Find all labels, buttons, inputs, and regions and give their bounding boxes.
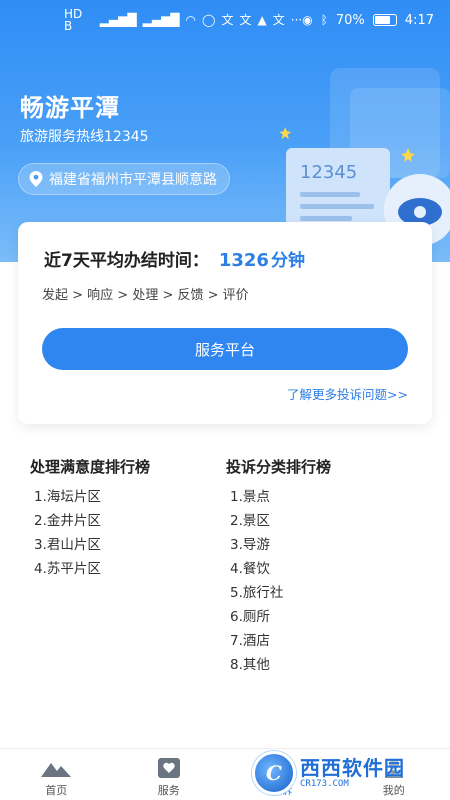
satisfaction-ranking-title: 处理满意度排行榜 [30,458,151,476]
heart-shield-icon [157,757,181,779]
bottom-tabbar: 首页 服务 投诉 我的 [0,748,450,800]
avg-time-line: 近7天平均办结时间： 1326 分钟 [44,246,305,271]
process-flow: 发起 > 响应 > 处理 > 反馈 > 评价 [42,288,249,303]
wifi-icon: ◠ [185,13,197,27]
category-list: 1.景点 2.景区 3.导游 4.餐饮 5.旅行社 6.厕所 7.酒店 8.其他 [226,485,331,677]
satisfaction-list: 1.海坛片区 2.金井片区 3.君山片区 4.苏平片区 [30,485,150,581]
service-platform-button[interactable]: 服务平台 [42,328,408,370]
more-complaints-link[interactable]: 了解更多投诉问题>> [287,384,408,403]
complaint-icon [269,757,293,779]
tab-complaint-label: 投诉 [270,784,293,797]
battery-icon [372,14,397,26]
tab-service[interactable]: 服务 [113,749,226,800]
hd-tag: HD B [64,7,83,33]
tab-profile[interactable]: 我的 [338,749,450,800]
list-item[interactable]: 4.苏平片区 [34,557,150,581]
category-ranking: 投诉分类排行榜 1.景点 2.景区 3.导游 4.餐饮 5.旅行社 6.厕所 7… [226,456,331,677]
app-notification-icon: 文 [239,13,252,27]
status-bar: HD B ▂▄▆█ ▂▄▆█ ◠ ◯ 文 文 ▲ 文 ··· ◉ ᛒ 70% 4… [0,0,450,40]
avg-time-unit: 分钟 [270,251,305,271]
satisfaction-ranking: 处理满意度排行榜 1.海坛片区 2.金井片区 3.君山片区 4.苏平片区 [30,456,150,581]
list-item[interactable]: 1.海坛片区 [34,485,150,509]
list-item[interactable]: 2.金井片区 [34,509,150,533]
tab-home-label: 首页 [45,784,68,797]
status-right: ◉ ᛒ 70% 4:17 [302,13,434,28]
deco-number: 12345 [300,162,357,183]
list-item[interactable]: 6.厕所 [230,605,331,629]
list-item[interactable]: 3.导游 [230,533,331,557]
location-pin-icon [29,171,43,187]
app-notification-icon: 文 [221,13,234,27]
avg-time-label: 近7天平均办结时间： [44,251,209,271]
page-title: 畅游平潭 [20,94,120,122]
address-text: 福建省福州市平潭县顺意路 [49,172,217,188]
list-item[interactable]: 1.景点 [230,485,331,509]
app-notification-icon: ▲ [257,13,267,27]
tab-home[interactable]: 首页 [0,749,113,800]
summary-card: 近7天平均办结时间： 1326 分钟 发起 > 响应 > 处理 > 反馈 > 评… [18,222,432,424]
location-chip[interactable]: 福建省福州市平潭县顺意路 [18,163,230,195]
more-notifications-icon: ··· [290,13,303,27]
clock: 4:17 [404,12,434,28]
list-item[interactable]: 8.其他 [230,653,331,677]
list-item[interactable]: 5.旅行社 [230,581,331,605]
app-notification-icon: 文 [272,13,285,27]
status-left: HD B ▂▄▆█ ▂▄▆█ ◠ ◯ 文 文 ▲ 文 ··· [64,8,302,32]
list-item[interactable]: 4.餐饮 [230,557,331,581]
signal-icon: ▂▄▆█ [99,13,137,27]
hotline-subtitle: 旅游服务热线12345 [20,129,149,145]
battery-percent: 70% [335,12,365,28]
list-item[interactable]: 3.君山片区 [34,533,150,557]
mountain-icon [41,757,72,779]
tab-service-label: 服务 [157,784,180,797]
message-icon: ◯ [202,13,216,27]
tab-profile-label: 我的 [382,784,405,797]
list-item[interactable]: 2.景区 [230,509,331,533]
avg-time-value: 1326 [218,250,269,271]
signal-icon-2: ▂▄▆█ [142,13,180,27]
category-ranking-title: 投诉分类排行榜 [226,458,332,476]
bluetooth-icon: ᛒ [320,13,328,27]
eye-icon: ◉ [302,13,313,27]
profile-icon [383,757,405,779]
list-item[interactable]: 7.酒店 [230,629,331,653]
tab-complaint[interactable]: 投诉 [225,749,338,800]
